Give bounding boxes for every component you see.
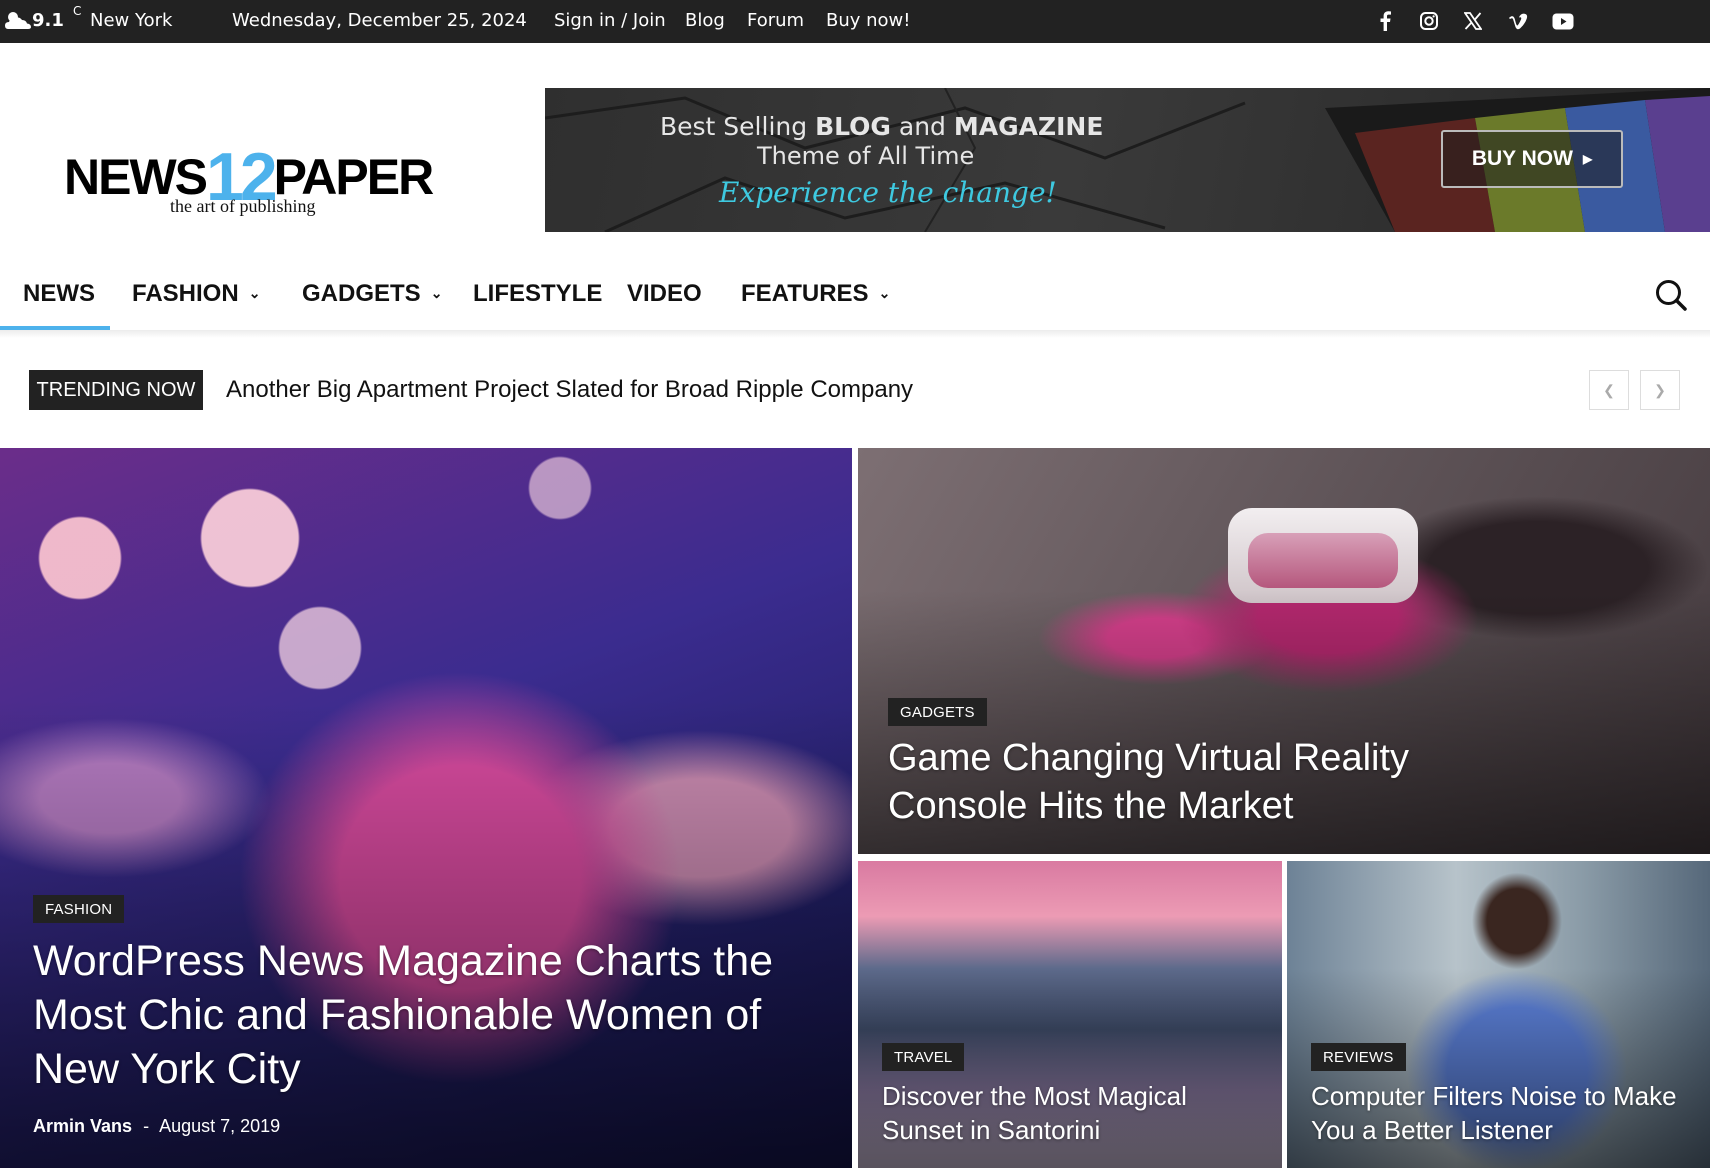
article-author[interactable]: Armin Vans <box>33 1116 132 1136</box>
banner-text: Best Selling <box>660 112 816 141</box>
category-badge[interactable]: TRAVEL <box>882 1043 965 1071</box>
nav-label: FEATURES <box>741 280 869 307</box>
nav-label: LIFESTYLE <box>473 280 603 307</box>
search-icon[interactable] <box>1654 278 1688 312</box>
chevron-down-icon: ⌄ <box>430 285 443 301</box>
nav-label: VIDEO <box>627 280 702 307</box>
nav-item-gadgets[interactable]: GADGETS ⌄ <box>302 280 442 308</box>
nav-item-video[interactable]: VIDEO <box>627 280 702 308</box>
meta-separator: - <box>143 1116 150 1136</box>
nav-label: NEWS <box>23 280 95 307</box>
banner-buy-now-button[interactable]: BUY NOW ▶ <box>1441 130 1623 188</box>
header-ad-banner[interactable]: Best Selling BLOG and MAGAZINE Theme of … <box>545 88 1710 232</box>
facebook-icon[interactable] <box>1373 9 1397 33</box>
logo-tagline: the art of publishing <box>170 196 316 216</box>
weather-unit: C <box>73 4 82 18</box>
nav-item-features[interactable]: FEATURES ⌄ <box>741 280 890 308</box>
category-badge[interactable]: GADGETS <box>888 698 987 726</box>
article-date: August 7, 2019 <box>159 1116 281 1136</box>
chevron-down-icon: ⌄ <box>878 285 891 301</box>
chevron-left-icon: ❮ <box>1603 381 1615 398</box>
nav-item-news[interactable]: NEWS <box>23 280 95 308</box>
article-title[interactable]: WordPress News Magazine Charts the Most … <box>33 934 793 1096</box>
current-date: Wednesday, December 25, 2024 <box>232 10 527 31</box>
featured-article-reviews[interactable]: REVIEWS Computer Filters Noise to Make Y… <box>1287 861 1710 1168</box>
weather-city: New York <box>90 10 173 31</box>
trending-next-button[interactable]: ❯ <box>1640 370 1680 410</box>
blog-link[interactable]: Blog <box>685 10 725 31</box>
nav-divider <box>0 330 1710 338</box>
vimeo-icon[interactable] <box>1506 9 1530 33</box>
trending-headline[interactable]: Another Big Apartment Project Slated for… <box>226 376 913 404</box>
featured-article-gadgets[interactable]: GADGETS Game Changing Virtual Reality Co… <box>858 448 1710 854</box>
banner-button-label: BUY NOW <box>1471 147 1573 170</box>
featured-article-travel[interactable]: TRAVEL Discover the Most Magical Sunset … <box>858 861 1282 1168</box>
nav-item-fashion[interactable]: FASHION ⌄ <box>132 280 260 308</box>
featured-article-fashion[interactable]: FASHION WordPress News Magazine Charts t… <box>0 448 852 1168</box>
forum-link[interactable]: Forum <box>747 10 804 31</box>
chevron-right-icon: ❯ <box>1654 381 1666 398</box>
x-icon[interactable] <box>1461 9 1485 33</box>
cloud-moon-icon <box>5 12 31 29</box>
article-title[interactable]: Game Changing Virtual Reality Console Hi… <box>888 734 1488 830</box>
chevron-down-icon: ⌄ <box>248 285 261 301</box>
trending-now-label: TRENDING NOW <box>29 370 203 410</box>
nav-label: FASHION <box>132 280 239 307</box>
category-badge[interactable]: REVIEWS <box>1311 1043 1406 1071</box>
caret-right-icon: ▶ <box>1582 152 1593 166</box>
youtube-icon[interactable] <box>1551 9 1575 33</box>
article-title[interactable]: Discover the Most Magical Sunset in Sant… <box>882 1079 1262 1147</box>
main-navigation: NEWS FASHION ⌄ GADGETS ⌄ LIFESTYLE VIDEO F… <box>0 250 1710 330</box>
banner-text: and <box>890 112 954 141</box>
nav-item-lifestyle[interactable]: LIFESTYLE <box>473 280 602 308</box>
article-title[interactable]: Computer Filters Noise to Make You a Bet… <box>1311 1079 1696 1147</box>
trending-prev-button[interactable]: ❮ <box>1589 370 1629 410</box>
banner-headline: Best Selling BLOG and MAGAZINE <box>660 112 1103 141</box>
banner-text-magazine: MAGAZINE <box>953 112 1104 141</box>
weather-temperature: 9.1 <box>32 10 64 31</box>
instagram-icon[interactable] <box>1417 9 1441 33</box>
category-badge[interactable]: FASHION <box>33 895 125 923</box>
top-bar: 9.1 C New York Wednesday, December 25, 2… <box>0 0 1710 43</box>
article-meta: Armin Vans - August 7, 2019 <box>33 1116 280 1137</box>
banner-subheadline: Theme of All Time <box>757 142 975 170</box>
site-logo[interactable]: NEWS12PAPER the art of publishing <box>62 124 462 224</box>
banner-text-blog: BLOG <box>815 112 891 141</box>
buy-now-link[interactable]: Buy now! <box>826 10 911 31</box>
banner-slogan: Experience the change! <box>719 176 1057 209</box>
nav-label: GADGETS <box>302 280 421 307</box>
sign-in-link[interactable]: Sign in / Join <box>554 10 666 31</box>
